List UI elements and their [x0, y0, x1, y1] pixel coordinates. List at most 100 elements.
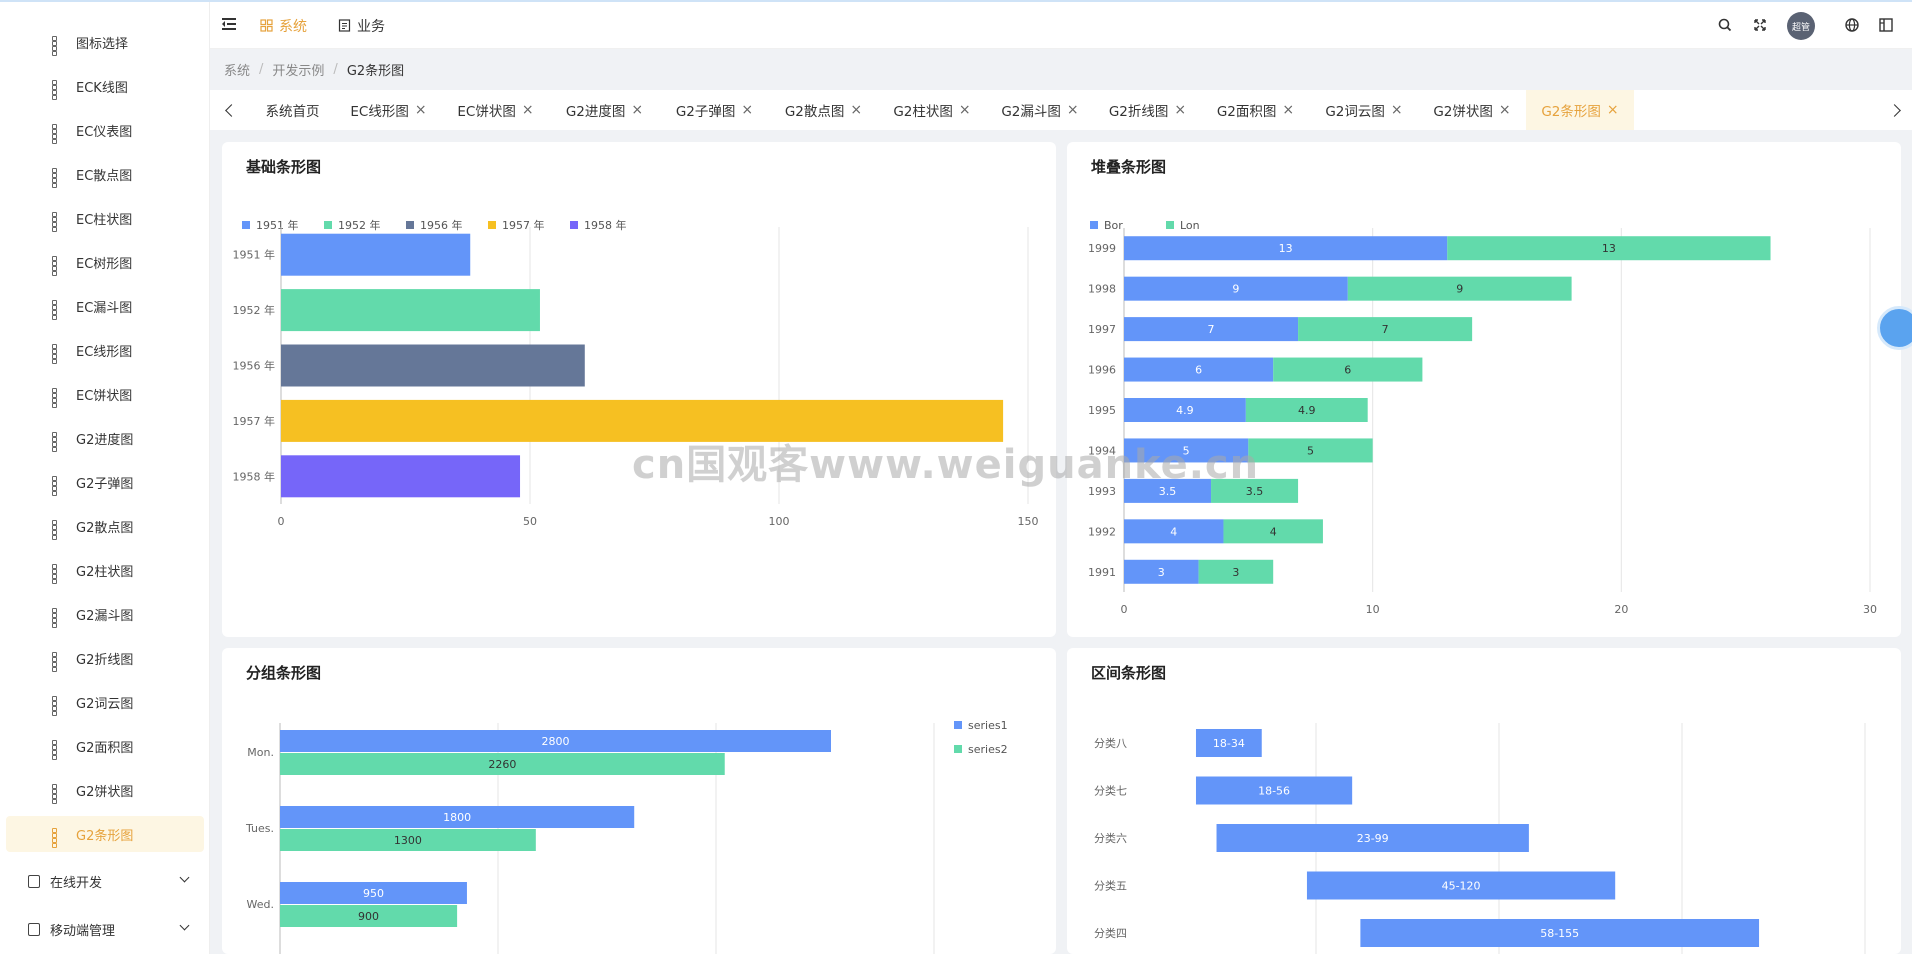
- top-nav-system[interactable]: 系统: [260, 2, 307, 49]
- legend-label: Bor: [1104, 219, 1123, 232]
- sidebar-item-label: G2折线图: [76, 652, 134, 668]
- breadcrumb-current: G2条形图: [346, 63, 405, 79]
- sidebar-item[interactable]: ECK线图: [0, 68, 209, 104]
- close-icon[interactable]: ×: [522, 102, 534, 118]
- data-label: 7: [1382, 323, 1389, 336]
- data-label: 4: [1170, 525, 1177, 538]
- bar[interactable]: [281, 233, 471, 276]
- tab[interactable]: EC线形图 ×: [335, 90, 442, 130]
- globe-icon[interactable]: [1843, 16, 1861, 34]
- chevron-down-icon[interactable]: [179, 920, 190, 931]
- tab[interactable]: G2进度图 ×: [549, 90, 660, 130]
- bar[interactable]: [281, 455, 521, 498]
- menu-toggle-icon[interactable]: [222, 17, 236, 31]
- card-basic-bar: 基础条形图 1951 年 1952 年 1956 年 1957 年 1958 年 0 50 1…: [222, 142, 1056, 637]
- close-icon[interactable]: ×: [1607, 102, 1619, 118]
- close-icon[interactable]: ×: [850, 102, 862, 118]
- bar[interactable]: [281, 289, 540, 332]
- sidebar-item[interactable]: G2饼状图: [0, 772, 209, 808]
- search-icon[interactable]: [1716, 16, 1734, 34]
- avatar[interactable]: 超管: [1787, 12, 1815, 40]
- close-icon[interactable]: ×: [959, 102, 971, 118]
- close-icon[interactable]: ×: [1174, 102, 1186, 118]
- tab[interactable]: G2条形图 ×: [1526, 90, 1634, 130]
- tab[interactable]: G2散点图 ×: [769, 90, 878, 130]
- data-label: 7: [1208, 323, 1215, 336]
- sidebar-item-label: G2条形图: [76, 828, 134, 844]
- sidebar-item[interactable]: EC线形图: [0, 332, 209, 368]
- sidebar-item[interactable]: G2面积图: [0, 728, 209, 764]
- x-tick-label: 20: [1614, 603, 1628, 616]
- range-bar-chart: 18-34 分类八 18-56 分类七 23-99 分类六 45-120 分类五 58-155 分…: [1094, 723, 1866, 954]
- sidebar-item-label: G2子弹图: [76, 476, 134, 492]
- tab-scroll-left-icon[interactable]: [225, 104, 238, 117]
- tab[interactable]: G2漏斗图 ×: [986, 90, 1094, 130]
- sidebar-item[interactable]: EC散点图: [0, 156, 209, 192]
- x-tick-label: 10: [1366, 603, 1380, 616]
- sidebar-item[interactable]: EC树形图: [0, 244, 209, 280]
- grid-icon: [52, 696, 64, 716]
- sidebar-item[interactable]: G2柱状图: [0, 552, 209, 588]
- y-tick-label: Wed.: [247, 898, 274, 911]
- tab-label: EC线形图: [350, 104, 409, 120]
- sidebar-item[interactable]: 图标选择: [0, 24, 209, 60]
- y-tick-label: 1951 年: [233, 248, 276, 262]
- breadcrumb-item[interactable]: 开发示例: [272, 60, 324, 79]
- sidebar-item-label: EC仪表图: [76, 124, 133, 140]
- grid-icon: [52, 608, 64, 628]
- close-icon[interactable]: ×: [631, 102, 643, 118]
- tab[interactable]: G2面积图 ×: [1201, 90, 1310, 130]
- sidebar-item[interactable]: G2子弹图: [0, 464, 209, 500]
- sidebar-group[interactable]: 移动端管理: [0, 906, 209, 952]
- y-tick-label: 1998: [1088, 283, 1116, 296]
- tab-bar: 系统首页 EC线形图 × EC饼状图 × G2进度图 × G2子弹图 × G2散点图 × G2柱状图 ×…: [210, 90, 1912, 130]
- grid-icon: [52, 784, 64, 804]
- close-icon[interactable]: ×: [1391, 102, 1403, 118]
- bar[interactable]: [281, 399, 1004, 442]
- tab[interactable]: G2子弹图 ×: [660, 90, 769, 130]
- x-tick-label: 30: [1863, 603, 1877, 616]
- card-grouped-bar: 分组条形图 series1 series2 2800 2260 Mon. 1800 1300…: [222, 648, 1056, 954]
- sidebar-group[interactable]: 在线开发: [0, 858, 209, 904]
- tab[interactable]: 系统首页: [250, 90, 335, 130]
- layout-icon[interactable]: [1877, 16, 1895, 34]
- tab[interactable]: G2折线图 ×: [1094, 90, 1201, 130]
- close-icon[interactable]: ×: [741, 102, 753, 118]
- close-icon[interactable]: ×: [1282, 102, 1294, 118]
- tab[interactable]: G2饼状图 ×: [1418, 90, 1526, 130]
- sidebar-item[interactable]: G2散点图: [0, 508, 209, 544]
- sidebar-item[interactable]: G2漏斗图: [0, 596, 209, 632]
- fullscreen-icon[interactable]: [1751, 16, 1769, 34]
- breadcrumb-item[interactable]: 系统: [224, 60, 250, 79]
- sidebar-item[interactable]: EC仪表图: [0, 112, 209, 148]
- sidebar-item[interactable]: G2进度图: [0, 420, 209, 456]
- tab-label: G2子弹图: [675, 104, 736, 120]
- sidebar-item[interactable]: G2折线图: [0, 640, 209, 676]
- data-label: 13: [1279, 242, 1293, 255]
- tab[interactable]: G2词云图 ×: [1310, 90, 1418, 130]
- legend-marker: [1166, 221, 1174, 229]
- sidebar-item[interactable]: EC漏斗图: [0, 288, 209, 324]
- sidebar-item[interactable]: EC柱状图: [0, 200, 209, 236]
- sidebar-item[interactable]: G2条形图: [6, 816, 204, 852]
- data-label: 4.9: [1298, 404, 1316, 417]
- y-tick-label: 1956 年: [233, 359, 276, 373]
- y-tick-label: 分类八: [1094, 736, 1127, 750]
- top-nav-business[interactable]: 业务: [338, 2, 385, 49]
- chevron-down-icon[interactable]: [179, 872, 190, 883]
- sidebar-item-label: EC柱状图: [76, 212, 133, 228]
- grid-icon: [52, 256, 64, 276]
- close-icon[interactable]: ×: [1067, 102, 1079, 118]
- sidebar-item[interactable]: G2词云图: [0, 684, 209, 720]
- tab[interactable]: G2柱状图 ×: [878, 90, 986, 130]
- sidebar-item-label: G2饼状图: [76, 784, 134, 800]
- bar[interactable]: [281, 344, 585, 387]
- tab[interactable]: EC饼状图 ×: [442, 90, 549, 130]
- close-icon[interactable]: ×: [415, 102, 427, 118]
- sidebar-item[interactable]: EC饼状图: [0, 376, 209, 412]
- tab-scroll-right-icon[interactable]: [1888, 104, 1901, 117]
- legend-label: series2: [968, 743, 1008, 756]
- sidebar-group-label: 移动端管理: [50, 923, 116, 939]
- tab-label: G2面积图: [1216, 104, 1277, 120]
- close-icon[interactable]: ×: [1499, 102, 1511, 118]
